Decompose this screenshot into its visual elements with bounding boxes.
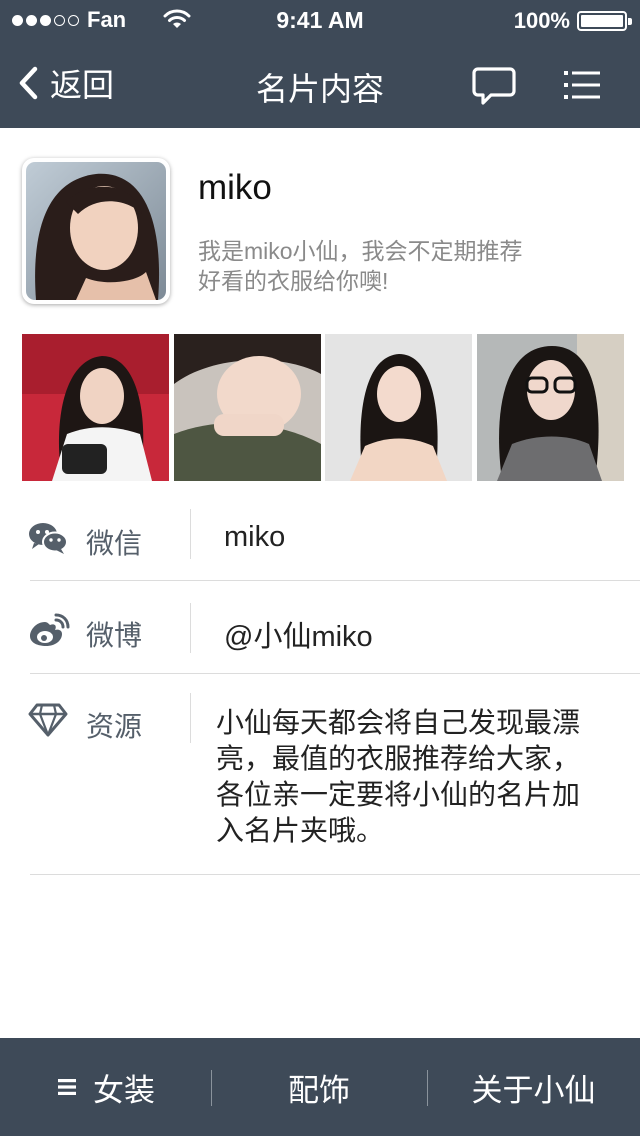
photo-image xyxy=(325,334,473,481)
menu-icon xyxy=(58,1079,76,1095)
weibo-row[interactable]: 微博 @小仙miko xyxy=(0,600,640,672)
battery-icon xyxy=(577,11,632,31)
photo-2[interactable] xyxy=(173,334,321,481)
tab-label: 女装 xyxy=(93,1072,155,1108)
resource-label: 资源 xyxy=(86,711,143,742)
weibo-icon xyxy=(30,613,70,646)
top-bar: Fan 9:41 AM 100% 返回 名片内容 xyxy=(0,0,640,128)
photo-image xyxy=(476,334,624,481)
navigation-bar: 返回 名片内容 xyxy=(0,40,640,128)
photo-gallery xyxy=(22,334,624,481)
status-bar: Fan 9:41 AM 100% xyxy=(0,0,640,40)
photo-image xyxy=(173,334,321,481)
diamond-icon xyxy=(28,703,68,737)
row-divider xyxy=(30,874,640,875)
back-label: 返回 xyxy=(50,67,115,103)
resource-description: 小仙每天都会将自己发现最漂 亮，最值的衣服推荐给大家， 各位亲一定要将小仙的名片… xyxy=(216,705,616,849)
wechat-row[interactable]: 微信 miko xyxy=(0,508,640,580)
resource-line: 各位亲一定要将小仙的名片加 xyxy=(216,779,581,810)
chevron-left-icon xyxy=(19,66,38,100)
bio-line: 好看的衣服给你噢! xyxy=(198,268,389,294)
tab-womenswear[interactable]: 女装 xyxy=(0,1038,212,1136)
avatar-image xyxy=(26,162,166,300)
message-button[interactable] xyxy=(472,66,516,106)
bottom-tab-bar: 女装 配饰 关于小仙 xyxy=(0,1038,640,1136)
weibo-value: @小仙miko xyxy=(224,621,373,653)
tab-label: 关于小仙 xyxy=(471,1072,596,1108)
photo-1[interactable] xyxy=(22,334,169,481)
list-menu-icon xyxy=(564,71,600,99)
photo-4[interactable] xyxy=(476,334,624,481)
resource-line: 入名片夹哦。 xyxy=(216,815,385,846)
row-divider xyxy=(30,673,640,674)
profile-bio: 我是miko小仙，我会不定期推荐 好看的衣服给你噢! xyxy=(198,236,588,296)
wechat-icon xyxy=(29,523,68,554)
row-divider xyxy=(30,580,640,581)
tab-about[interactable]: 关于小仙 xyxy=(427,1038,640,1136)
profile-name: miko xyxy=(198,168,272,207)
vertical-divider xyxy=(190,693,191,743)
resource-line: 亮，最值的衣服推荐给大家， xyxy=(216,743,581,774)
menu-button[interactable] xyxy=(562,68,602,102)
wechat-label: 微信 xyxy=(86,528,143,559)
battery-percent: 100% xyxy=(513,8,570,33)
speech-bubble-icon xyxy=(472,67,516,105)
vertical-divider xyxy=(190,509,191,559)
resource-line: 小仙每天都会将自己发现最漂 xyxy=(216,707,581,738)
tab-accessories[interactable]: 配饰 xyxy=(212,1038,426,1136)
back-button[interactable]: 返回 xyxy=(18,60,114,106)
weibo-label: 微博 xyxy=(86,620,143,651)
photo-3[interactable] xyxy=(325,334,473,481)
bio-line: 我是miko小仙，我会不定期推荐 xyxy=(198,238,523,264)
photo-image xyxy=(22,334,169,481)
wechat-value: miko xyxy=(224,521,286,553)
avatar[interactable] xyxy=(22,158,170,304)
vertical-divider xyxy=(190,603,191,653)
tab-label: 配饰 xyxy=(288,1072,350,1108)
